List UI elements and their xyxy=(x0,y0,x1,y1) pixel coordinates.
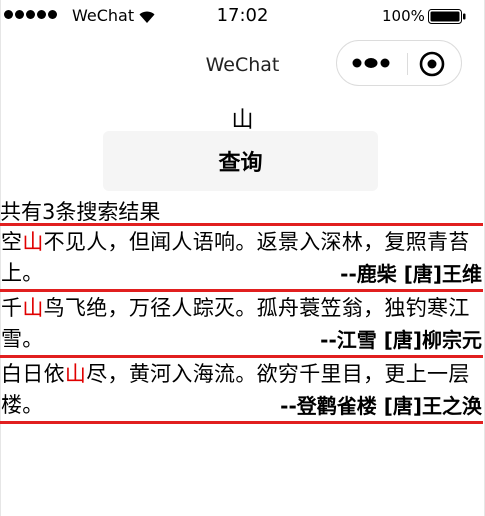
app-screen: { "status_bar": { "carrier": "WeChat", "… xyxy=(0,0,485,516)
keyword-highlight: 山 xyxy=(22,230,44,254)
poem-title-author: --鹿柴 [唐]王维 xyxy=(340,262,482,286)
status-bar: WeChat 17:02 100% xyxy=(0,0,485,34)
target-close-icon[interactable] xyxy=(418,50,446,78)
results-list: 空山不见人，但闻人语响。返景入深林，复照青苔上。 --鹿柴 [唐]王维 千山鸟飞… xyxy=(0,223,483,424)
more-dots-icon[interactable] xyxy=(349,53,399,73)
mini-program-capsule xyxy=(336,40,462,86)
list-item[interactable]: 白日依山尽，黄河入海流。欲穷千里目，更上一层楼。 --登鹳雀楼 [唐]王之涣 xyxy=(0,355,483,424)
list-item[interactable]: 千山鸟飞绝，万径人踪灭。孤舟蓑笠翁，独钓寒江雪。 --江雪 [唐]柳宗元 xyxy=(0,289,483,355)
query-button[interactable]: 查询 xyxy=(103,131,378,191)
keyword-highlight: 山 xyxy=(64,362,87,386)
battery-percent: 100% xyxy=(382,7,425,25)
poem-text-before: 千 xyxy=(1,296,23,320)
poem-title-author: --江雪 [唐]柳宗元 xyxy=(320,328,482,352)
poem-text-before: 空 xyxy=(1,230,23,254)
capsule-divider xyxy=(407,53,408,75)
poem-title-author: --登鹳雀楼 [唐]王之涣 xyxy=(280,394,482,418)
battery-icon xyxy=(428,9,466,24)
keyword-highlight: 山 xyxy=(22,296,44,320)
result-count: 共有3条搜索结果 xyxy=(0,200,161,224)
poem-text-before: 白日依 xyxy=(1,362,65,386)
search-keyword: 山 xyxy=(231,108,254,133)
list-item[interactable]: 空山不见人，但闻人语响。返景入深林，复照青苔上。 --鹿柴 [唐]王维 xyxy=(0,223,483,289)
